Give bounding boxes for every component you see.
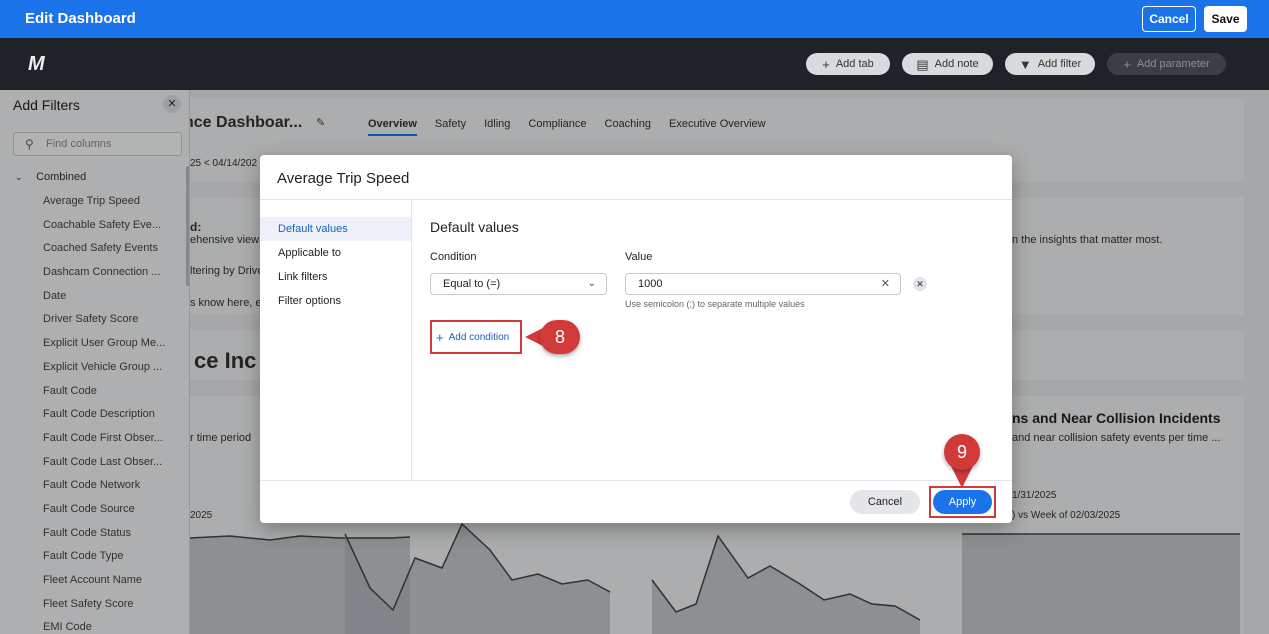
dialog-sidebar: Default values Applicable to Link filter… <box>260 200 412 480</box>
dialog-apply-button[interactable]: Apply <box>933 490 992 514</box>
filter-settings-dialog: Average Trip Speed Default values Applic… <box>260 155 1012 523</box>
add-parameter-button[interactable]: + Add parameter <box>1107 53 1226 75</box>
add-filter-button[interactable]: ▼ Add filter <box>1005 53 1095 75</box>
dialog-title: Average Trip Speed <box>277 170 410 187</box>
condition-label: Condition <box>430 251 477 263</box>
add-condition-button[interactable]: + Add condition <box>430 320 522 354</box>
header-save-button[interactable]: Save <box>1204 6 1247 32</box>
condition-select[interactable]: Equal to (=) ⌄ <box>430 273 607 295</box>
step-callout-8: 8 <box>540 320 580 354</box>
dialog-cancel-button[interactable]: Cancel <box>850 490 920 514</box>
dashboard-toolbar: M + Add tab ▤ Add note ▼ Add filter + Ad… <box>0 38 1269 90</box>
value-hint: Use semicolon (;) to separate multiple v… <box>625 299 805 309</box>
value-input[interactable]: 1000 ✕ <box>625 273 901 295</box>
plus-icon: + <box>822 56 830 72</box>
add-tab-button[interactable]: + Add tab <box>806 53 890 75</box>
section-title: Default values <box>430 219 519 235</box>
nav-filter-options[interactable]: Filter options <box>260 289 411 313</box>
remove-condition-icon[interactable]: ✕ <box>913 277 927 291</box>
nav-link-filters[interactable]: Link filters <box>260 265 411 289</box>
nav-applicable-to[interactable]: Applicable to <box>260 241 411 265</box>
header-cancel-button[interactable]: Cancel <box>1142 6 1196 32</box>
add-parameter-label: Add parameter <box>1136 58 1210 70</box>
nav-default-values[interactable]: Default values <box>260 217 411 241</box>
filter-icon: ▼ <box>1018 56 1032 72</box>
add-tab-label: Add tab <box>835 58 874 70</box>
edit-dashboard-header: Edit Dashboard Cancel Save <box>0 0 1269 38</box>
clear-icon[interactable]: ✕ <box>881 274 890 294</box>
plus-icon: + <box>436 329 444 345</box>
note-icon: ▤ <box>916 56 929 72</box>
add-filter-label: Add filter <box>1037 58 1082 70</box>
plus-icon: + <box>1123 56 1131 72</box>
add-note-button[interactable]: ▤ Add note <box>902 53 993 75</box>
app-logo: M <box>28 53 45 75</box>
step-callout-9: 9 <box>944 434 980 470</box>
add-note-label: Add note <box>934 58 979 70</box>
value-input-text: 1000 <box>638 278 663 290</box>
page-title: Edit Dashboard <box>25 10 136 27</box>
add-condition-label: Add condition <box>448 331 510 343</box>
divider <box>260 480 1012 481</box>
chevron-down-icon: ⌄ <box>587 278 596 289</box>
value-label: Value <box>625 251 653 263</box>
condition-selected-value: Equal to (=) <box>443 278 501 290</box>
